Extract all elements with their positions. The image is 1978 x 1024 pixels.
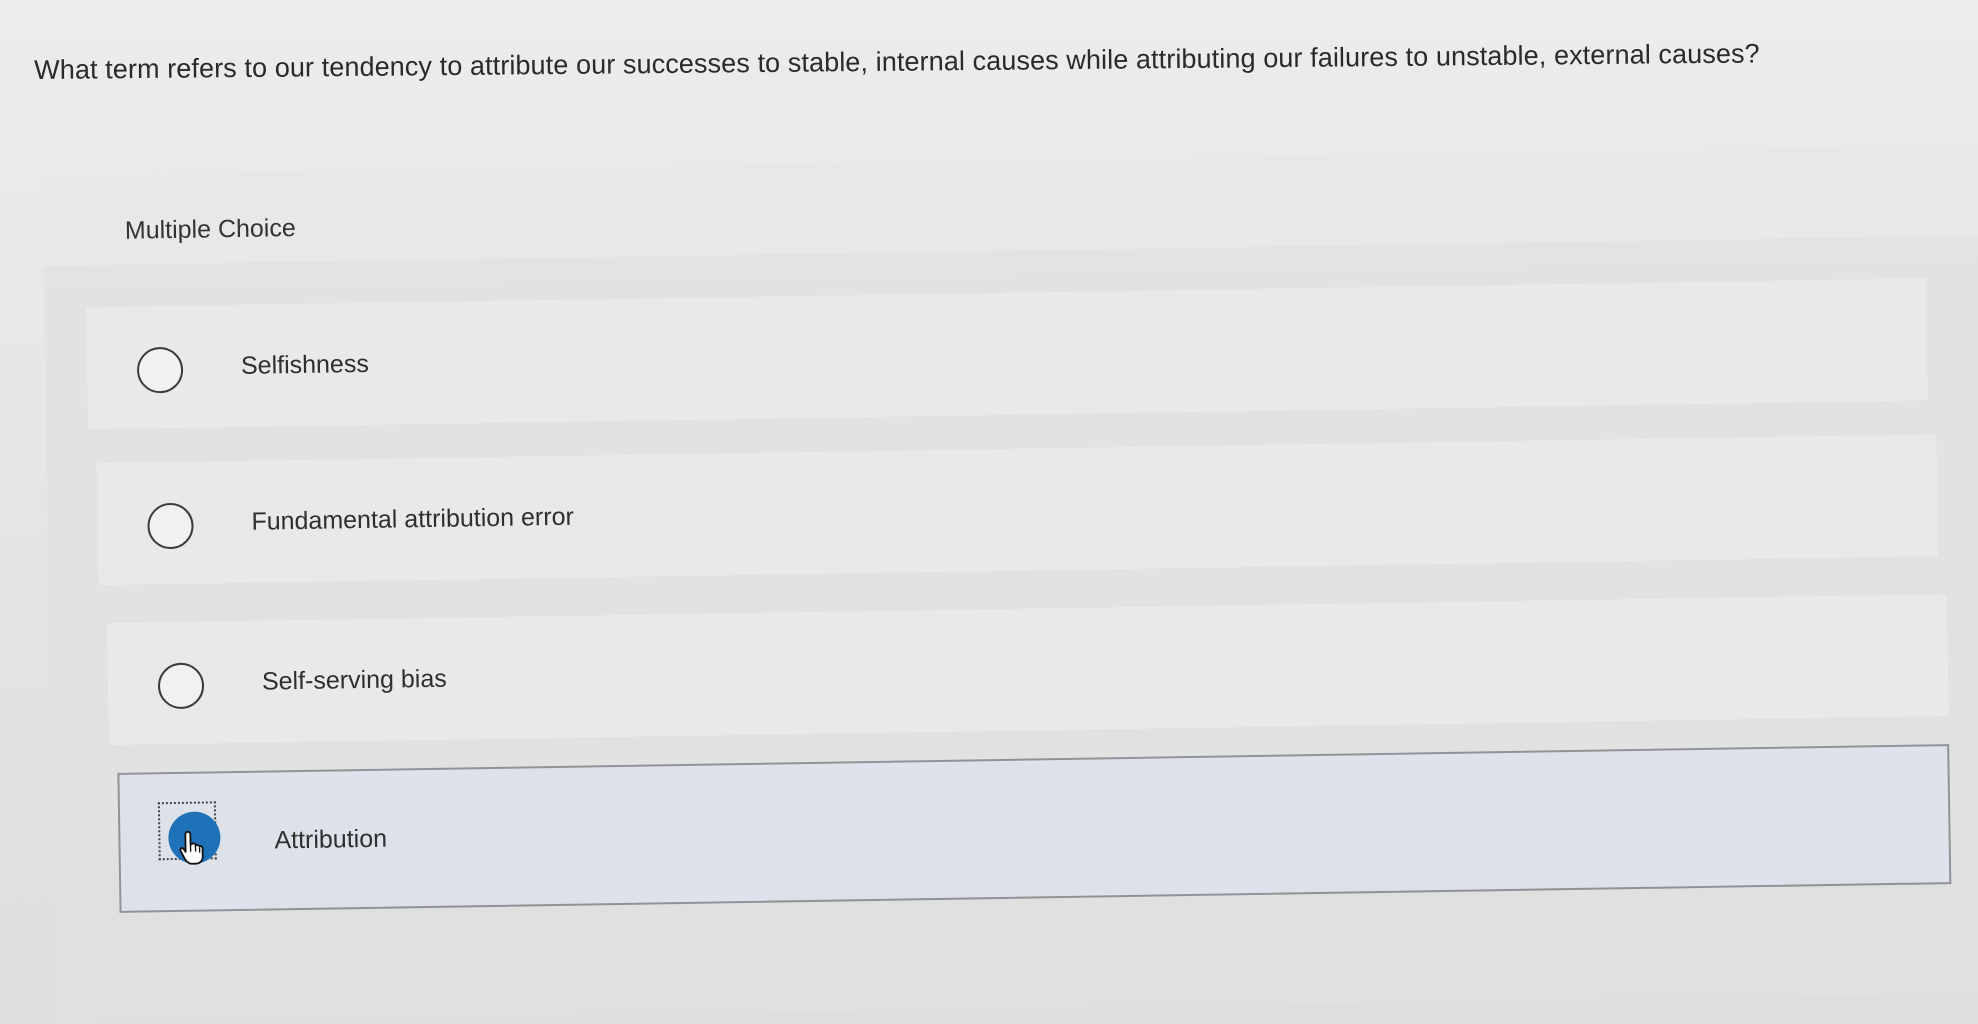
choice-label: Selfishness [240, 349, 370, 380]
choice-label: Fundamental attribution error [251, 502, 575, 536]
radio-button-unchecked[interactable] [157, 662, 205, 710]
radio-button-unchecked[interactable] [147, 502, 194, 550]
choice-label: Self-serving bias [261, 664, 447, 696]
choice-fundamental-attribution-error[interactable]: Fundamental attribution error [96, 434, 1939, 586]
answer-panel: Multiple Choice Selfishness Fundamental … [42, 145, 1978, 1024]
question-type-header: Multiple Choice [42, 145, 1978, 266]
choice-selfishness[interactable]: Selfishness [86, 278, 1928, 430]
question-text: What term refers to our tendency to attr… [34, 38, 1760, 85]
hand-pointer-icon [179, 830, 204, 865]
question-type-label: Multiple Choice [124, 214, 296, 245]
choice-label: Attribution [274, 824, 388, 855]
choice-self-serving-bias[interactable]: Self-serving bias [107, 594, 1949, 746]
choice-attribution[interactable]: Attribution [117, 744, 1952, 913]
radio-button-unchecked[interactable] [136, 346, 184, 394]
